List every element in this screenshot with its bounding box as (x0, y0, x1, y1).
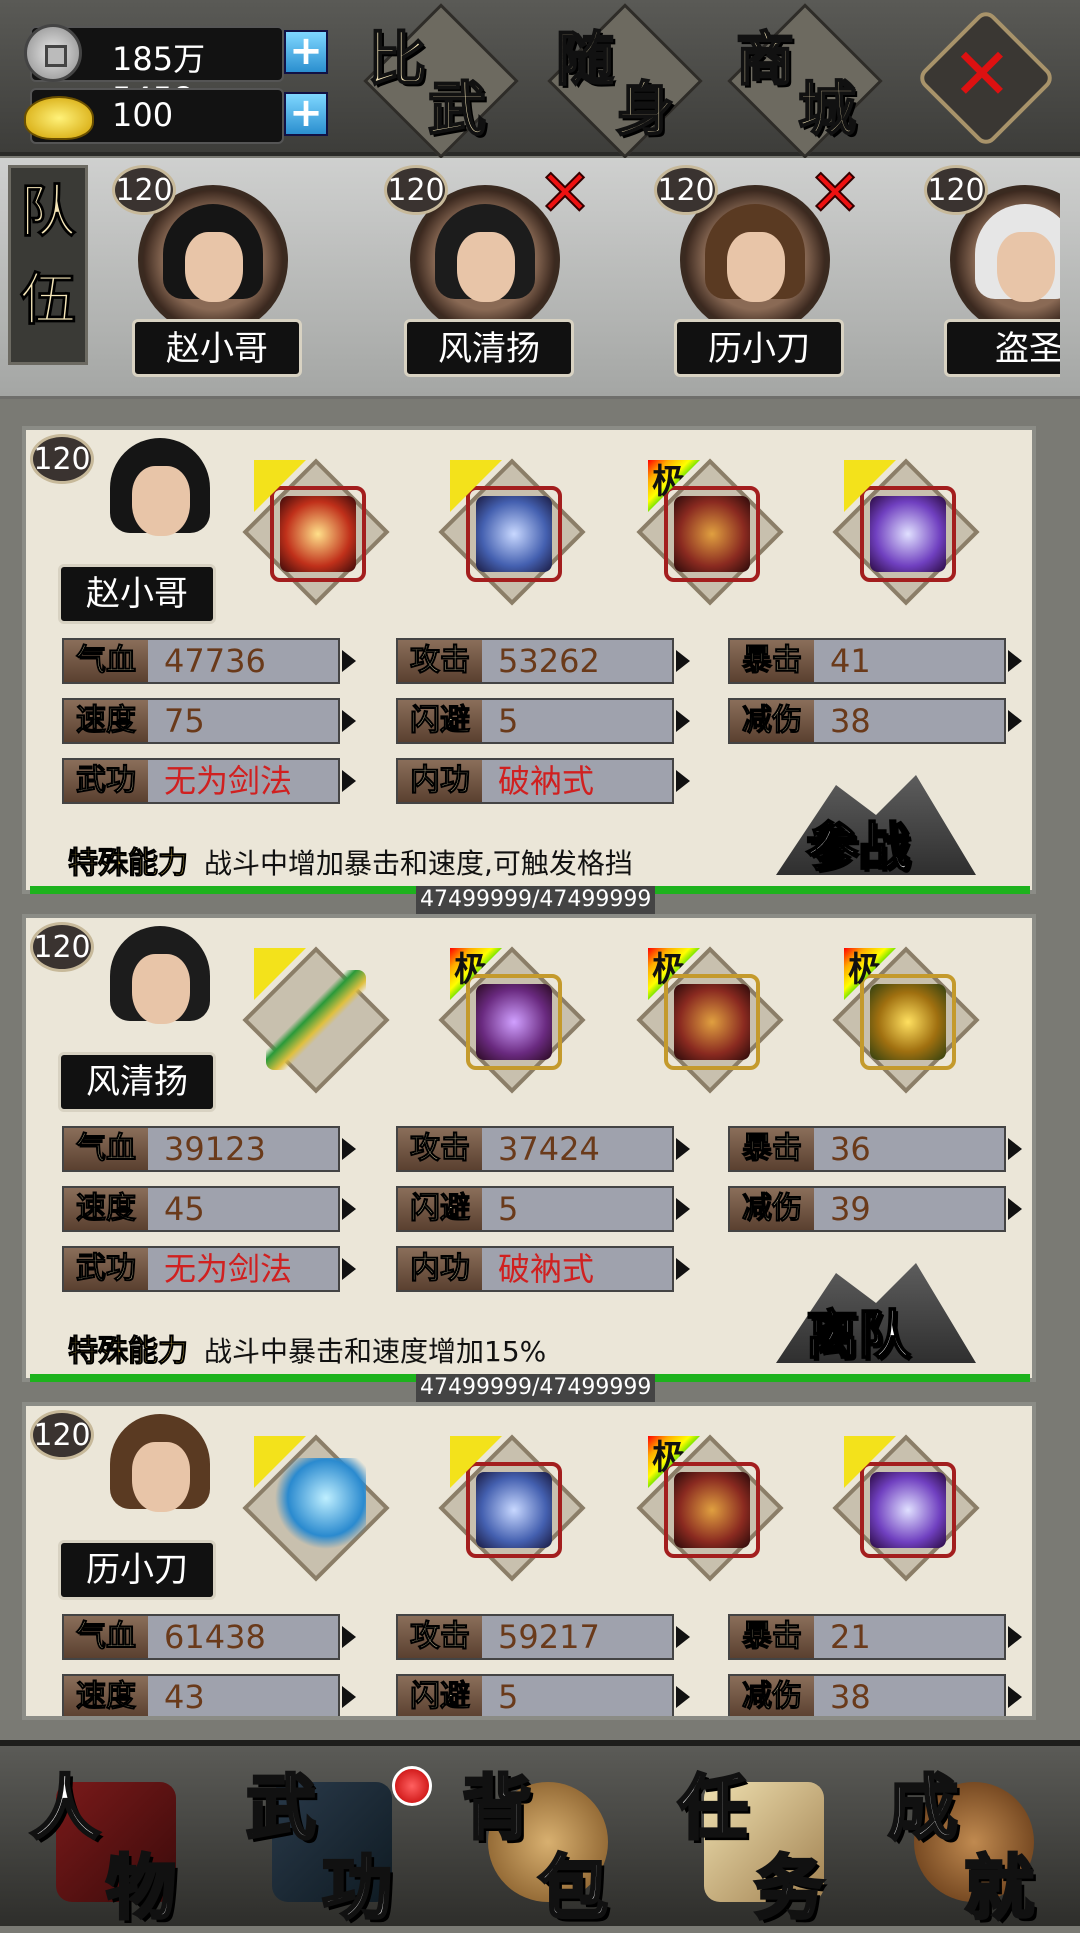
equip-slot-weapon[interactable] (236, 1428, 396, 1588)
gold-currency: 100 (24, 88, 284, 144)
hero-card: 120 赵小哥 极 气血 47736 攻击 53262 暴击 41 速度 75 闪避 5 … (22, 426, 1036, 914)
stat-dodge[interactable]: 闪避 5 (396, 1186, 690, 1232)
boots-icon (674, 1472, 750, 1548)
stat-attack[interactable]: 攻击 37424 (396, 1126, 690, 1172)
hero-name: 历小刀 (58, 1540, 216, 1600)
hero-card: 120 风清扬 极 极 极 气血 39123 攻击 37424 暴击 36 速度 45 … (22, 914, 1036, 1402)
tab-carry[interactable]: 随 身 (547, 3, 703, 159)
member-name: 赵小哥 (132, 319, 302, 377)
team-member[interactable]: 120 赵小哥 (112, 165, 302, 385)
stat-attack[interactable]: 攻击 59217 (396, 1614, 690, 1660)
stat-inner-skill[interactable]: 内功 破衲式 (396, 1246, 690, 1292)
stat-dodge[interactable]: 闪避 5 (396, 698, 690, 744)
stat-crit[interactable]: 暴击 21 (728, 1614, 1022, 1660)
gold-amount: 100 (112, 96, 174, 134)
equip-slot-weapon[interactable] (236, 452, 396, 612)
member-name: 历小刀 (674, 319, 844, 377)
silver-currency: 185万5458 (24, 24, 284, 118)
team-member[interactable]: 120 历小刀 ✕ (654, 161, 863, 385)
nav-character[interactable]: 人物 (16, 1752, 216, 1931)
stat-hp[interactable]: 气血 61438 (62, 1614, 356, 1660)
equip-slot-weapon[interactable] (236, 940, 396, 1100)
equip-slot-boots[interactable]: 极 (630, 452, 790, 612)
stat-damage-reduction[interactable]: 减伤 38 (728, 698, 1022, 744)
stat-crit[interactable]: 暴击 36 (728, 1126, 1022, 1172)
silver-coin-icon (24, 24, 82, 82)
level-badge: 120 (924, 165, 988, 215)
blade-icon (266, 1458, 366, 1558)
equip-slot-armor[interactable]: 极 (432, 940, 592, 1100)
hp-text: 47499999/47499999 (416, 1374, 656, 1402)
stats-panel: 气血 61438 攻击 59217 暴击 21 速度 43 闪避 5 减伤 38 (34, 1606, 1024, 1716)
hero-name: 赵小哥 (58, 564, 216, 624)
close-icon: ✕ (951, 31, 1013, 116)
equip-slot-boots[interactable]: 极 (630, 1428, 790, 1588)
special-ability: 特殊能力 战斗中暴击和速度增加15% (68, 1334, 547, 1370)
tab-shop[interactable]: 商 城 (727, 3, 883, 159)
member-name: 盗圣 (944, 319, 1060, 377)
bracelet-icon (870, 496, 946, 572)
remove-member-icon[interactable]: ✕ (804, 161, 866, 227)
nav-quests[interactable]: 任务 (664, 1752, 864, 1931)
bottom-nav: 人物 武功 背包 任务 成就 (0, 1740, 1080, 1931)
leave-team-button[interactable]: 离队 (776, 1263, 976, 1367)
gold-ingot-icon (24, 96, 94, 140)
sword-icon (280, 496, 356, 572)
level-badge: 120 (30, 434, 94, 484)
team-member[interactable]: 120 盗圣 (924, 165, 1060, 385)
stat-speed[interactable]: 速度 45 (62, 1186, 356, 1232)
level-badge: 120 (30, 1410, 94, 1460)
stat-martial-skill[interactable]: 武功 无为剑法 (62, 1246, 356, 1292)
member-name: 风清扬 (404, 319, 574, 377)
stat-attack[interactable]: 攻击 53262 (396, 638, 690, 684)
level-badge: 120 (30, 922, 94, 972)
team-label: 队 伍 (8, 165, 88, 365)
level-badge: 120 (654, 165, 718, 215)
notification-dot-icon (392, 1766, 432, 1806)
add-gold-button[interactable]: + (284, 92, 328, 136)
equip-slot-accessory[interactable] (826, 452, 986, 612)
level-badge: 120 (384, 165, 448, 215)
equip-slot-armor[interactable] (432, 452, 592, 612)
join-battle-button[interactable]: 参战 (776, 775, 976, 879)
nav-bag[interactable]: 背包 (448, 1752, 648, 1931)
stat-speed[interactable]: 速度 43 (62, 1674, 356, 1716)
tab-duel[interactable]: 比 武 (363, 3, 519, 159)
bracelet-icon (870, 1472, 946, 1548)
equip-slot-boots[interactable]: 极 (630, 940, 790, 1100)
equip-slot-accessory[interactable]: 极 (826, 940, 986, 1100)
equip-slot-armor[interactable] (432, 1428, 592, 1588)
armor-icon (476, 496, 552, 572)
hp-text: 47499999/47499999 (416, 886, 656, 914)
stat-dodge[interactable]: 闪避 5 (396, 1674, 690, 1716)
stat-speed[interactable]: 速度 75 (62, 698, 356, 744)
ring-icon (870, 984, 946, 1060)
stat-hp[interactable]: 气血 39123 (62, 1126, 356, 1172)
armor-icon (476, 984, 552, 1060)
boots-icon (674, 984, 750, 1060)
stat-hp[interactable]: 气血 47736 (62, 638, 356, 684)
armor-icon (476, 1472, 552, 1548)
stat-damage-reduction[interactable]: 减伤 38 (728, 1674, 1022, 1716)
level-badge: 120 (112, 165, 176, 215)
nav-achievements[interactable]: 成就 (874, 1752, 1074, 1931)
remove-member-icon[interactable]: ✕ (534, 161, 596, 227)
hero-card: 120 历小刀 极 气血 61438 攻击 59217 暴击 21 速度 43 闪避 5 … (22, 1402, 1036, 1720)
special-ability: 特殊能力 战斗中增加暴击和速度,可触发格挡 (68, 846, 633, 882)
stat-damage-reduction[interactable]: 减伤 39 (728, 1186, 1022, 1232)
hero-name: 风清扬 (58, 1052, 216, 1112)
sword-icon (266, 970, 366, 1070)
team-member[interactable]: 120 风清扬 ✕ (384, 161, 593, 385)
stat-crit[interactable]: 暴击 41 (728, 638, 1022, 684)
stat-inner-skill[interactable]: 内功 破衲式 (396, 758, 690, 804)
stat-martial-skill[interactable]: 武功 无为剑法 (62, 758, 356, 804)
add-silver-button[interactable]: + (284, 30, 328, 74)
boots-icon (674, 496, 750, 572)
equip-slot-accessory[interactable] (826, 1428, 986, 1588)
